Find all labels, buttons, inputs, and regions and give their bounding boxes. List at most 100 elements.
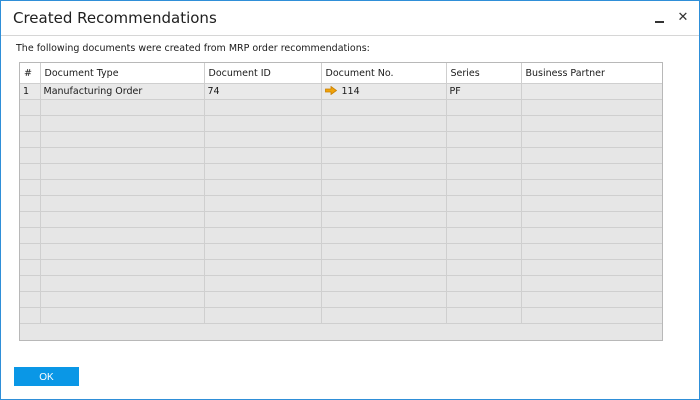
empty-cell <box>204 275 322 292</box>
cell-business-partner <box>521 83 662 100</box>
empty-cell <box>40 211 205 228</box>
empty-cell <box>204 243 322 260</box>
empty-cell <box>20 147 41 164</box>
empty-cell <box>204 259 322 276</box>
column-header-business-partner[interactable]: Business Partner <box>521 63 662 84</box>
empty-table-row[interactable] <box>20 147 662 164</box>
empty-cell <box>40 115 205 132</box>
cell-document-no: 114 <box>321 83 447 100</box>
column-header-document-no[interactable]: Document No. <box>321 63 447 84</box>
empty-table-row[interactable] <box>20 163 662 180</box>
empty-cell <box>20 195 41 212</box>
empty-cell <box>446 147 522 164</box>
document-no-value: 114 <box>341 86 360 97</box>
empty-cell <box>521 291 662 308</box>
link-arrow-icon[interactable] <box>324 86 337 95</box>
column-header-row-number[interactable]: # <box>20 63 41 84</box>
empty-cell <box>321 275 447 292</box>
empty-table-row[interactable] <box>20 227 662 244</box>
empty-cell <box>40 307 205 324</box>
empty-cell <box>321 179 447 196</box>
empty-cell <box>40 163 205 180</box>
empty-cell <box>40 195 205 212</box>
empty-cell <box>204 179 322 196</box>
empty-cell <box>204 307 322 324</box>
empty-cell <box>20 291 41 308</box>
empty-cell <box>204 291 322 308</box>
ok-button[interactable]: OK <box>14 367 79 386</box>
empty-cell <box>20 211 41 228</box>
empty-cell <box>446 259 522 276</box>
empty-cell <box>321 259 447 276</box>
empty-cell <box>446 227 522 244</box>
created-recommendations-window: Created Recommendations ✕ The following … <box>0 0 700 400</box>
empty-cell <box>521 275 662 292</box>
empty-cell <box>20 115 41 132</box>
empty-cell <box>521 163 662 180</box>
empty-cell <box>40 227 205 244</box>
empty-cell <box>446 131 522 148</box>
empty-cell <box>204 131 322 148</box>
column-header-series[interactable]: Series <box>446 63 522 84</box>
empty-cell <box>40 243 205 260</box>
column-header-document-id[interactable]: Document ID <box>204 63 322 84</box>
empty-table-row[interactable] <box>20 131 662 148</box>
empty-table-row[interactable] <box>20 259 662 276</box>
empty-table-row[interactable] <box>20 195 662 212</box>
minimize-button[interactable] <box>651 9 669 27</box>
empty-cell <box>20 227 41 244</box>
info-text: The following documents were created fro… <box>16 43 370 54</box>
empty-cell <box>40 275 205 292</box>
empty-cell <box>521 115 662 132</box>
empty-table-row[interactable] <box>20 179 662 196</box>
empty-cell <box>446 179 522 196</box>
empty-cell <box>321 307 447 324</box>
close-icon: ✕ <box>677 10 689 25</box>
empty-cell <box>204 99 322 116</box>
empty-cell <box>521 99 662 116</box>
empty-table-row[interactable] <box>20 211 662 228</box>
cell-row-number: 1 <box>20 83 41 100</box>
empty-table-row[interactable] <box>20 307 662 324</box>
empty-cell <box>446 275 522 292</box>
empty-cell <box>204 227 322 244</box>
table-row[interactable]: 1 Manufacturing Order 74 114 PF <box>20 83 662 100</box>
empty-table-row[interactable] <box>20 291 662 308</box>
header-row: # Document Type Document ID Document No.… <box>20 63 662 84</box>
empty-cell <box>204 147 322 164</box>
empty-cell <box>521 147 662 164</box>
empty-table-row[interactable] <box>20 115 662 132</box>
empty-cell <box>446 163 522 180</box>
empty-cell <box>40 291 205 308</box>
empty-cell <box>204 163 322 180</box>
empty-cell <box>321 99 447 116</box>
close-button[interactable]: ✕ <box>674 9 692 27</box>
empty-cell <box>20 99 41 116</box>
empty-table-row[interactable] <box>20 275 662 292</box>
empty-cell <box>321 227 447 244</box>
empty-cell <box>521 259 662 276</box>
empty-cell <box>20 131 41 148</box>
empty-cell <box>446 291 522 308</box>
title-bar: Created Recommendations ✕ <box>1 1 699 36</box>
empty-table-row[interactable] <box>20 99 662 116</box>
empty-cell <box>521 211 662 228</box>
empty-cell <box>446 99 522 116</box>
column-header-document-type[interactable]: Document Type <box>40 63 205 84</box>
documents-grid: # Document Type Document ID Document No.… <box>19 62 663 341</box>
empty-table-row[interactable] <box>20 243 662 260</box>
empty-cell <box>204 211 322 228</box>
empty-cell <box>521 227 662 244</box>
empty-cell <box>321 211 447 228</box>
empty-cell <box>446 195 522 212</box>
empty-cell <box>446 243 522 260</box>
documents-table: # Document Type Document ID Document No.… <box>20 63 662 324</box>
empty-cell <box>521 179 662 196</box>
empty-cell <box>446 115 522 132</box>
window-title: Created Recommendations <box>13 9 217 27</box>
empty-cell <box>321 115 447 132</box>
empty-cell <box>204 115 322 132</box>
empty-cell <box>20 307 41 324</box>
empty-cell <box>20 259 41 276</box>
empty-cell <box>521 195 662 212</box>
